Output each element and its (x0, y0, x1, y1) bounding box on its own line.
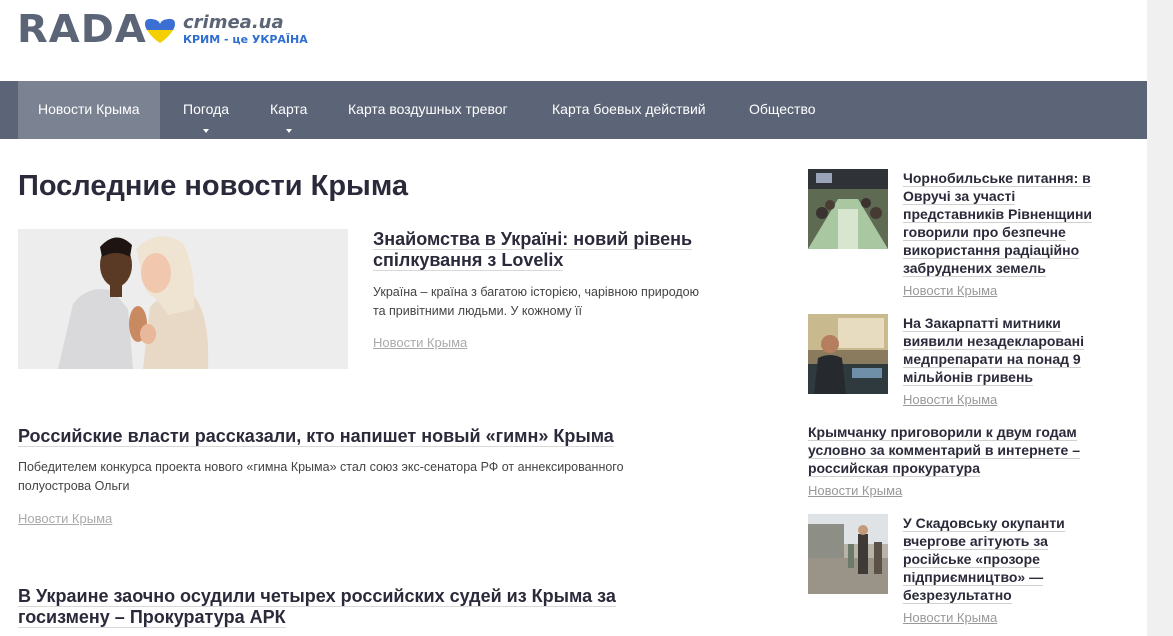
title-line: вчергове агітують за (903, 533, 1048, 550)
sidebar-thumb-skadovsk[interactable] (808, 514, 888, 594)
article-title-anthem[interactable]: Российские власти рассказали, кто напише… (18, 426, 614, 447)
title-line: Крымчанку приговорили к двум годам (808, 424, 1077, 441)
title-line: забруднених земель (903, 260, 1046, 277)
site-header: RADA crimea.ua КРИМ - це УКРАЇНА (0, 0, 1147, 81)
nav-label: Новости Крыма (38, 101, 140, 117)
couple-photo (18, 229, 348, 369)
nav-item-map[interactable]: Карта (250, 81, 327, 139)
nav-item-air-raid-map[interactable]: Карта воздушных тревог (328, 81, 528, 139)
logo-crimea-ua[interactable]: crimea.ua (183, 12, 284, 33)
title-line: підприємництво» — (903, 569, 1044, 586)
sidebar-category-link[interactable]: Новости Крыма (903, 392, 997, 407)
nav-label: Общество (749, 101, 816, 117)
article-image-lovelix[interactable] (18, 229, 348, 369)
nav-item-weather[interactable]: Погода (163, 81, 249, 139)
title-line: госизмену – Прокуратура АРК (18, 607, 286, 628)
article-category-link[interactable]: Новости Крыма (18, 511, 112, 526)
nav-label: Погода (183, 101, 230, 117)
meeting-photo (808, 169, 888, 249)
title-line: Российские власти рассказали, кто напише… (18, 426, 614, 447)
nav-label: Карта (270, 101, 308, 117)
nav-item-crimea-news[interactable]: Новости Крыма (18, 81, 160, 139)
article-excerpt-anthem: Победителем конкурса проекта нового «гим… (18, 458, 624, 496)
street-photo (808, 514, 888, 594)
logo-rada[interactable]: RADA (17, 7, 147, 51)
title-line: медпрепарати на понад 9 (903, 351, 1081, 368)
nav-label: Карта воздушных тревог (348, 101, 508, 117)
page: RADA crimea.ua КРИМ - це УКРАЇНА Новости… (0, 0, 1147, 636)
sidebar-category-link[interactable]: Новости Крыма (808, 483, 902, 498)
title-line: Знайомства в Україні: новий рівень (373, 229, 693, 250)
excerpt-line: та привітними людьми. У кожному її (373, 304, 582, 318)
nav-label: Карта боевых действий (552, 101, 706, 117)
caret-down-icon (285, 129, 292, 133)
article-excerpt-lovelix: Україна – країна з багатою історією, чар… (373, 283, 699, 321)
excerpt-line: полуострова Ольги (18, 479, 130, 493)
main-nav: Новости Крыма Погода Карта Карта воздушн… (0, 81, 1147, 139)
title-line: В Украине заочно осудили четырех российс… (18, 586, 616, 607)
sidebar-title-sentence[interactable]: Крымчанку приговорили к двум годам услов… (808, 423, 1081, 477)
title-line: Чорнобильське питання: в (903, 170, 1091, 187)
nav-item-society[interactable]: Общество (729, 81, 836, 139)
sidebar-thumb-customs[interactable] (808, 314, 888, 394)
excerpt-line: Україна – країна з багатою історією, чар… (373, 285, 700, 299)
title-line: виявили незадекларовані (903, 333, 1084, 350)
sidebar-category-link[interactable]: Новости Крыма (903, 610, 997, 625)
page-title: Последние новости Крыма (18, 170, 409, 202)
sidebar-title-customs[interactable]: На Закарпатті митники виявили незадеклар… (903, 314, 1084, 386)
title-line: використання радіаційно (903, 242, 1080, 259)
title-line: російське «прозоре (903, 551, 1040, 568)
sidebar-thumb-chornobyl[interactable] (808, 169, 888, 249)
title-line: Овручі за участі (903, 188, 1016, 205)
title-line: российская прокуратура (808, 460, 980, 477)
title-line: представників Рівненщини (903, 206, 1092, 223)
article-category-link[interactable]: Новости Крыма (373, 335, 467, 350)
title-line: говорили про безпечне (903, 224, 1066, 241)
nav-item-combat-map[interactable]: Карта боевых действий (532, 81, 726, 139)
sidebar-title-skadovsk[interactable]: У Скадовську окупанти вчергове агітують … (903, 514, 1065, 604)
excerpt-line: Победителем конкурса проекта нового «гим… (18, 460, 624, 474)
customs-photo (808, 314, 888, 394)
article-title-lovelix[interactable]: Знайомства в Україні: новий рівень спілк… (373, 229, 693, 271)
article-title-judges[interactable]: В Украине заочно осудили четырех российс… (18, 586, 616, 628)
title-line: условно за комментарий в интернете – (808, 442, 1081, 459)
logo-tagline: КРИМ - це УКРАЇНА (183, 33, 308, 46)
title-line: спілкування з Lovelix (373, 250, 564, 271)
title-line: На Закарпатті митники (903, 315, 1061, 332)
scrollbar-track[interactable] (1147, 0, 1173, 636)
title-line: У Скадовську окупанти (903, 515, 1065, 532)
sidebar-title-chornobyl[interactable]: Чорнобильське питання: в Овручі за участ… (903, 169, 1092, 277)
title-line: безрезультатно (903, 587, 1012, 604)
title-line: мільйонів гривень (903, 369, 1034, 386)
sidebar-category-link[interactable]: Новости Крыма (903, 283, 997, 298)
caret-down-icon (203, 129, 210, 133)
ukraine-heart-icon (145, 18, 175, 43)
